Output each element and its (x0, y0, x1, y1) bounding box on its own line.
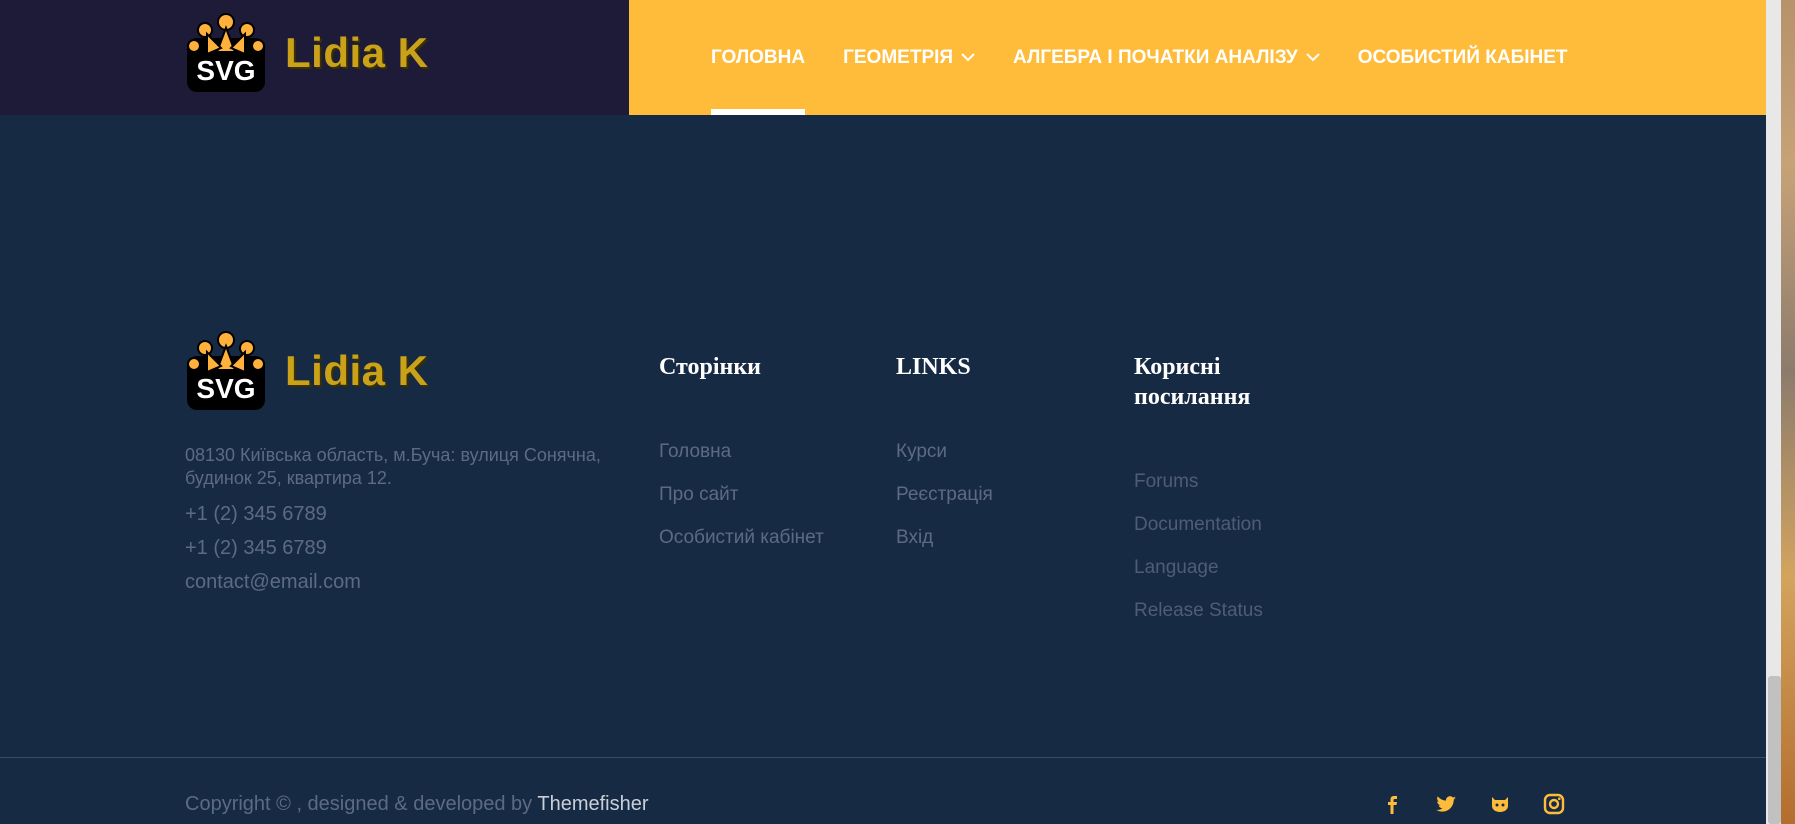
footer-column-links: LINKS Курси Реєстрація Вхід (896, 352, 993, 559)
main-nav: ГОЛОВНА ГЕОМЕТРІЯ АЛГЕБРА І ПОЧАТКИ АНАЛ… (711, 0, 1606, 115)
nav-item-algebra[interactable]: АЛГЕБРА І ПОЧАТКИ АНАЛІЗУ (1013, 0, 1320, 115)
footer-link-register[interactable]: Реєстрація (896, 473, 993, 516)
footer-link-cabinet[interactable]: Особистий кабінет (659, 516, 824, 559)
phone-2[interactable]: +1 (2) 345 6789 (185, 535, 625, 561)
brand-name: Lidia K (285, 29, 429, 76)
chevron-down-icon (1305, 53, 1320, 62)
footer-link-home[interactable]: Головна (659, 430, 824, 473)
nav-item-label: АЛГЕБРА І ПОЧАТКИ АНАЛІЗУ (1013, 46, 1298, 68)
footer-column-pages: Сторінки Головна Про сайт Особистий кабі… (659, 352, 824, 559)
svg-logo-icon: SVG (187, 13, 265, 92)
footer-logo[interactable]: SVG Lidia K (185, 330, 429, 412)
github-icon[interactable] (1488, 792, 1512, 816)
nav-item-cabinet[interactable]: ОСОБИСТИЙ КАБІНЕТ (1358, 0, 1568, 115)
copyright: Copyright © , designed & developed by Th… (185, 793, 649, 816)
nav-item-label: ГЕОМЕТРІЯ (843, 46, 954, 68)
themefisher-link[interactable]: Themefisher (537, 793, 648, 815)
nav-item-label: ОСОБИСТИЙ КАБІНЕТ (1357, 46, 1568, 68)
footer-column-useful: Корисні посилання Forums Documentation L… (1134, 352, 1334, 632)
header-logo[interactable]: SVG Lidia K (185, 12, 429, 94)
nav-item-label: ГОЛОВНА (711, 46, 806, 68)
footer-link-forums[interactable]: Forums (1134, 460, 1334, 503)
footer-divider (0, 757, 1766, 758)
footer-link-language[interactable]: Language (1134, 546, 1334, 589)
footer-link-courses[interactable]: Курси (896, 430, 993, 473)
logo-mark-text: SVG (196, 373, 255, 404)
footer-contact: 08130 Київська область, м.Буча: вулиця С… (185, 444, 625, 603)
column-title: Корисні посилання (1134, 354, 1251, 410)
nav-item-home[interactable]: ГОЛОВНА (711, 0, 806, 115)
instagram-icon[interactable] (1542, 792, 1566, 816)
phone-1[interactable]: +1 (2) 345 6789 (185, 501, 625, 527)
column-title: Сторінки (659, 354, 761, 380)
copyright-text: Copyright © , designed & developed by (185, 793, 538, 815)
brand-name: Lidia K (285, 347, 429, 394)
email-link[interactable]: contact@email.com (185, 569, 625, 595)
address: 08130 Київська область, м.Буча: вулиця С… (185, 445, 601, 489)
logo-mark-text: SVG (196, 55, 255, 86)
svg-logo-icon: SVG (187, 331, 265, 410)
nav-item-geometry[interactable]: ГЕОМЕТРІЯ (843, 0, 975, 115)
social-links (1380, 792, 1566, 816)
footer-link-about[interactable]: Про сайт (659, 473, 824, 516)
scrollbar-thumb[interactable] (1768, 676, 1781, 824)
twitter-icon[interactable] (1434, 792, 1458, 816)
chevron-down-icon (961, 53, 975, 62)
footer-link-release-status[interactable]: Release Status (1134, 589, 1334, 632)
footer-link-documentation[interactable]: Documentation (1134, 503, 1334, 546)
column-title: LINKS (896, 354, 971, 380)
footer-link-login[interactable]: Вхід (896, 516, 993, 559)
background-window-edge (1781, 0, 1795, 824)
facebook-icon[interactable] (1380, 792, 1404, 816)
